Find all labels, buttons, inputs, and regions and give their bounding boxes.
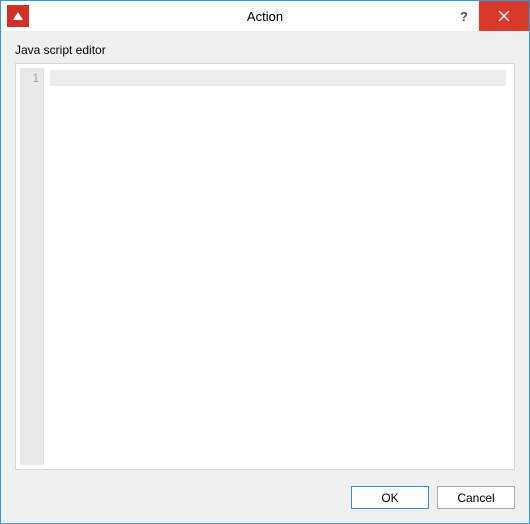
titlebar[interactable]: Action ? xyxy=(1,1,529,31)
editor-frame: 1 xyxy=(15,63,515,470)
help-button[interactable]: ? xyxy=(449,1,479,31)
app-icon xyxy=(7,5,29,27)
editor-label: Java script editor xyxy=(15,43,515,57)
code-area[interactable] xyxy=(44,68,510,465)
dialog-window: Action ? Java script editor 1 xyxy=(0,0,530,524)
dialog-button-row: OK Cancel xyxy=(15,474,515,509)
cancel-button[interactable]: Cancel xyxy=(437,486,515,509)
window-controls: ? xyxy=(449,1,529,31)
code-editor[interactable]: 1 xyxy=(20,68,510,465)
ok-button[interactable]: OK xyxy=(351,486,429,509)
close-button[interactable] xyxy=(479,1,529,31)
line-number: 1 xyxy=(20,71,39,85)
current-line-highlight xyxy=(50,70,506,86)
line-number-gutter: 1 xyxy=(20,68,44,465)
client-area: Java script editor 1 OK Cancel xyxy=(1,31,529,523)
